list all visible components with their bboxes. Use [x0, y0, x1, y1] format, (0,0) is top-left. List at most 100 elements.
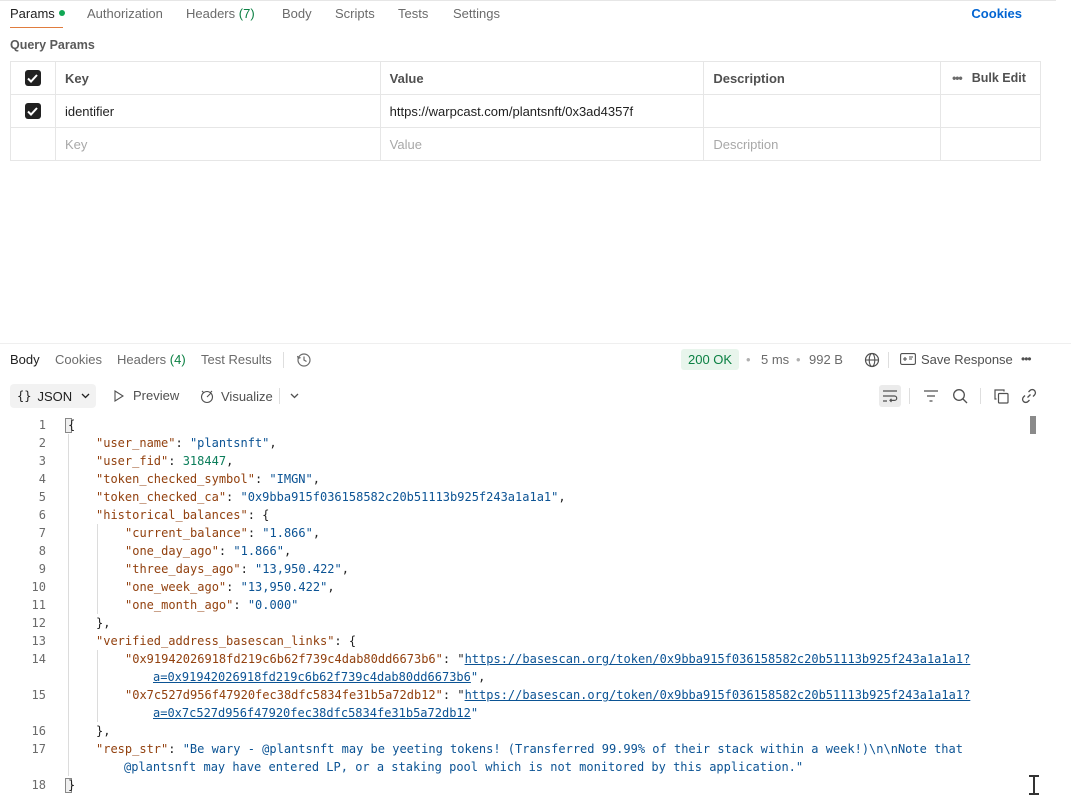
- tab-headers[interactable]: Headers (7): [186, 6, 255, 21]
- code-line: "token_checked_symbol": "IMGN",: [96, 472, 320, 486]
- tab-scripts[interactable]: Scripts: [335, 6, 375, 21]
- new-key-input[interactable]: Key: [56, 128, 381, 160]
- history-icon[interactable]: [293, 349, 315, 371]
- json-punct: : {: [334, 634, 357, 648]
- status-badge[interactable]: 200 OK: [681, 349, 740, 370]
- save-response-label: Save Response: [921, 352, 1013, 367]
- globe-icon[interactable]: [861, 349, 883, 371]
- code-line: "one_month_ago": "0.000": [125, 598, 298, 612]
- json-punct: :: [240, 562, 256, 576]
- format-select[interactable]: {} JSON: [10, 384, 96, 408]
- param-new-check-cell: [11, 128, 56, 160]
- line-number: 15: [31, 688, 46, 702]
- globe-icon-svg: [864, 352, 880, 368]
- wrap-lines-icon[interactable]: [879, 385, 901, 407]
- query-params-title: Query Params: [10, 38, 95, 52]
- check-icon: [27, 73, 39, 83]
- visualize-icon: [200, 390, 214, 404]
- code-line: "verified_address_basescan_links": {: [96, 634, 356, 648]
- tab-params[interactable]: Params: [10, 6, 65, 21]
- response-size[interactable]: 992 B: [809, 352, 843, 367]
- response-body-viewer[interactable]: 1 2 3 4 5 6 7 8 9 10 11 12 13 14 15 16 1…: [0, 416, 1040, 800]
- code-line: @plantsnft may have entered LP, or a sta…: [124, 760, 803, 774]
- indent-guide: [68, 434, 69, 776]
- param-description-field[interactable]: [704, 95, 942, 127]
- search-icon[interactable]: [949, 385, 971, 407]
- json-string: "1.866": [233, 544, 284, 558]
- json-key: "user_name": [96, 436, 176, 450]
- vertical-scrollbar-thumb[interactable]: [1030, 416, 1036, 434]
- basescan-link-1[interactable]: https://basescan.org/token/0x9bba915f036…: [465, 652, 971, 666]
- json-string: "13,950.422": [255, 562, 342, 576]
- preview-button[interactable]: Preview: [114, 388, 179, 403]
- visualize-dropdown-chevron-icon[interactable]: [283, 385, 305, 407]
- param-new-row: Key Value Description: [11, 128, 1041, 161]
- response-time[interactable]: 5 ms: [761, 352, 789, 367]
- link-icon-svg: [1021, 388, 1037, 404]
- json-punct: },: [96, 616, 111, 630]
- history-icon-svg: [296, 353, 311, 367]
- response-tab-cookies[interactable]: Cookies: [55, 352, 102, 367]
- code-line: }: [68, 778, 75, 792]
- filter-icon-svg: [924, 390, 938, 402]
- json-key: "current_balance": [125, 526, 248, 540]
- param-enable-checkbox[interactable]: [24, 103, 41, 119]
- response-tab-headers-count: (4): [169, 352, 186, 367]
- json-punct: :: [254, 472, 270, 486]
- pane-divider[interactable]: [0, 343, 1071, 344]
- preview-label: Preview: [133, 388, 180, 403]
- json-punct: :: [168, 742, 183, 756]
- line-number: 16: [31, 724, 46, 738]
- response-tab-test-results[interactable]: Test Results: [201, 352, 272, 367]
- tab-tests[interactable]: Tests: [398, 6, 428, 21]
- visualize-button[interactable]: Visualize: [199, 388, 273, 404]
- line-number: 7: [38, 526, 46, 540]
- separator: [279, 388, 280, 404]
- bulk-edit-button[interactable]: ••• Bulk Edit: [941, 62, 1041, 94]
- param-row-spacer: [941, 95, 1041, 127]
- basescan-link-2-cont[interactable]: a=0x7c527d956f47920fec38dfc5834fe31b5a72…: [153, 706, 471, 720]
- code-line: "0x91942026918fd219c6b62f739c4dab80dd667…: [125, 652, 970, 666]
- params-active-dot: [58, 10, 65, 16]
- json-punct: : ": [442, 652, 465, 666]
- code-line: "user_fid": 318447,: [96, 454, 233, 468]
- select-all-cell: [11, 62, 56, 94]
- tab-body[interactable]: Body: [282, 6, 312, 21]
- new-description-input[interactable]: Description: [704, 128, 942, 160]
- basescan-link-2[interactable]: https://basescan.org/token/0x9bba915f036…: [465, 688, 971, 702]
- separator: [283, 352, 284, 368]
- json-key: "historical_balances": [96, 508, 248, 522]
- save-response-button[interactable]: Save Response: [900, 352, 1013, 367]
- code-line: a=0x91942026918fd219c6b62f739c4dab80dd66…: [153, 670, 485, 684]
- param-key-field[interactable]: identifier: [56, 95, 381, 127]
- json-string: "0.000": [247, 598, 299, 612]
- wrap-lines-icon-svg: [883, 390, 898, 403]
- select-all-checkbox[interactable]: [24, 70, 41, 86]
- json-string: "1.866": [262, 526, 313, 540]
- search-icon-svg: [953, 389, 968, 404]
- code-line: "token_checked_ca": "0x9bba915f036158582…: [96, 490, 566, 504]
- tab-settings[interactable]: Settings: [453, 6, 500, 21]
- param-value-field[interactable]: https://warpcast.com/plantsnft/0x3ad4357…: [381, 95, 705, 127]
- filter-icon[interactable]: [920, 385, 942, 407]
- response-tab-headers-label: Headers: [117, 352, 167, 367]
- tab-authorization[interactable]: Authorization: [87, 6, 163, 21]
- cookies-link[interactable]: Cookies: [971, 6, 1022, 21]
- response-tab-headers[interactable]: Headers (4): [117, 352, 186, 367]
- json-key: "verified_address_basescan_links": [96, 634, 335, 648]
- brace-open: {: [68, 418, 76, 432]
- new-value-input[interactable]: Value: [381, 128, 705, 160]
- json-string: "plantsnft": [189, 436, 270, 450]
- more-options-icon[interactable]: •••: [1021, 352, 1032, 366]
- params-header-row: Key Value Description ••• Bulk Edit: [11, 62, 1041, 95]
- link-icon[interactable]: [1018, 385, 1040, 407]
- basescan-link-1-cont[interactable]: a=0x91942026918fd219c6b62f739c4dab80dd66…: [153, 670, 471, 684]
- copy-icon[interactable]: [990, 385, 1012, 407]
- json-key: "user_fid": [96, 454, 169, 468]
- json-punct: :: [175, 436, 190, 450]
- param-new-spacer: [941, 128, 1041, 160]
- response-tab-body[interactable]: Body: [10, 352, 40, 367]
- json-key: "three_days_ago": [125, 562, 241, 576]
- json-string: "0x9bba915f036158582c20b51113b925f243a1a…: [240, 490, 559, 504]
- json-string: "13,950.422": [240, 580, 328, 594]
